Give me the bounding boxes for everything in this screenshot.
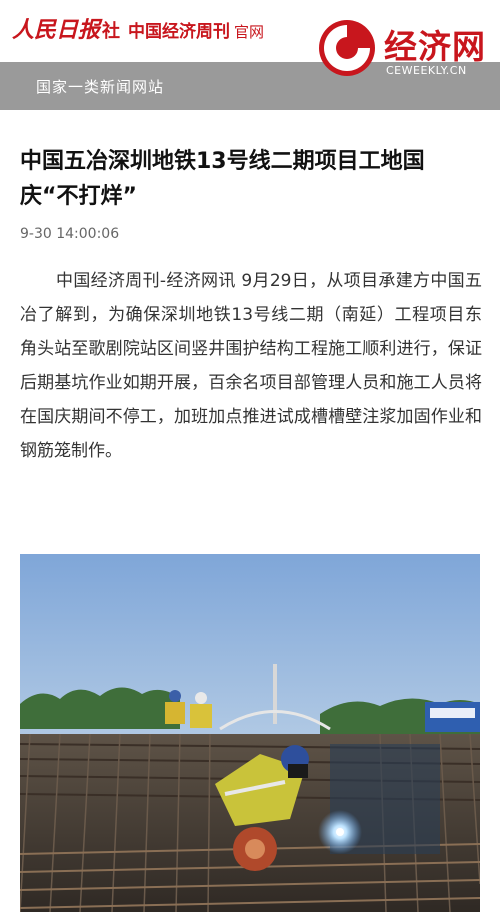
official-site-label: 官网 [234, 23, 265, 41]
china-economic-weekly-name: 中国经济周刊 [128, 22, 231, 42]
people-daily-wordmark: 人民日报 [12, 17, 101, 43]
article-date: 9-30 14:00:06 [20, 226, 120, 242]
article-body: 中国经济周刊-经济网讯 9月29日，从项目承建方中国五冶了解到，为确保深圳地铁1… [20, 271, 482, 461]
article-photo [20, 554, 480, 912]
publisher-brand[interactable]: 人民日报 社 中国经济周刊 官网 [12, 12, 264, 44]
article-title: 中国五冶深圳地铁13号线二期项目工地国庆“不打烊” [20, 149, 425, 209]
tagline-text: 国家一类新闻网站 [36, 78, 165, 96]
people-daily-she: 社 [102, 21, 121, 42]
ceweekly-logo-icon[interactable] [318, 19, 376, 77]
ceweekly-domain: CEWEEKLY.CN [386, 64, 467, 77]
ceweekly-logo-text[interactable]: 经济网 [384, 20, 486, 68]
